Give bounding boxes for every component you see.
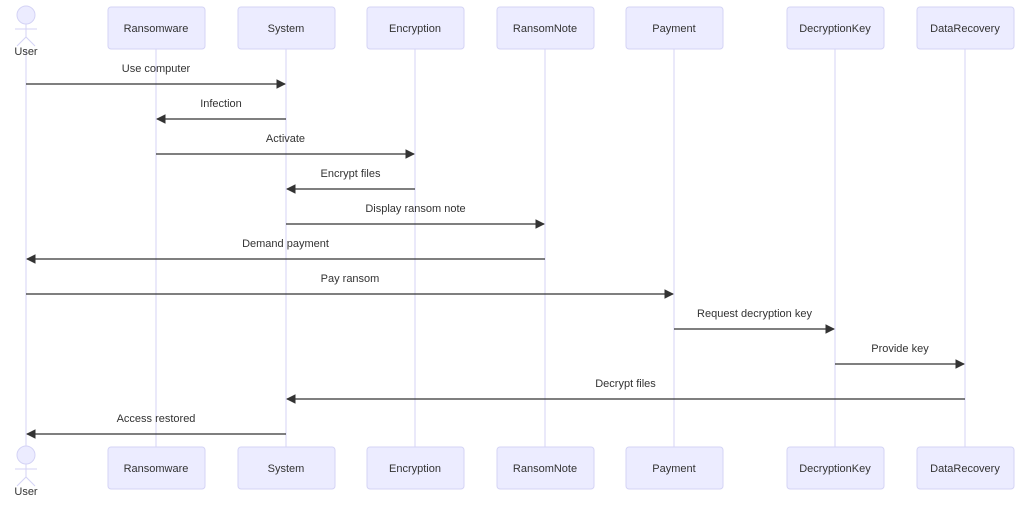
participant-label: System [268,23,305,35]
participant-datarecovery-bottom[interactable]: DataRecovery [916,446,1015,490]
actor-user-top[interactable]: User [14,5,38,58]
actor-head-icon [16,5,36,25]
message-label: Use computer [122,63,191,75]
message-3: Activate [156,133,415,159]
message-label: Infection [200,98,242,110]
sequence-diagram: User User Ransomware Ransomware System System… [14,5,1015,498]
participant-label: Payment [652,23,695,35]
message-label: Display ransom note [365,203,465,215]
participant-encryption-top[interactable]: Encryption [366,6,465,50]
message-7: Pay ransom [26,273,674,299]
message-label: Activate [266,133,305,145]
message-2: Infection [156,98,286,124]
participant-label: DecryptionKey [799,23,871,35]
participant-label: Ransomware [124,23,189,35]
actor-label: User [14,486,38,498]
message-label: Encrypt files [321,168,381,180]
participant-label: RansomNote [513,463,577,475]
participant-label: DataRecovery [930,463,1000,475]
participant-payment-top[interactable]: Payment [625,6,724,50]
participant-system-bottom[interactable]: System [237,446,336,490]
participant-ransomnote-bottom[interactable]: RansomNote [496,446,595,490]
participant-label: RansomNote [513,23,577,35]
message-label: Decrypt files [595,378,656,390]
message-8: Request decryption key [674,308,835,334]
actor-head-icon [16,445,36,465]
participant-system-top[interactable]: System [237,6,336,50]
message-4: Encrypt files [286,168,415,194]
participant-datarecovery-top[interactable]: DataRecovery [916,6,1015,50]
message-label: Request decryption key [697,308,812,320]
actor-user-bottom[interactable]: User [14,445,38,498]
participant-payment-bottom[interactable]: Payment [625,446,724,490]
participant-label: System [268,463,305,475]
actor-legs-icon [16,476,36,487]
participant-decryptionkey-bottom[interactable]: DecryptionKey [786,446,885,490]
message-label: Demand payment [242,238,329,250]
message-label: Provide key [871,343,929,355]
participant-label: DataRecovery [930,23,1000,35]
participant-label: Ransomware [124,463,189,475]
participant-decryptionkey-top[interactable]: DecryptionKey [786,6,885,50]
message-10: Decrypt files [286,378,965,404]
actor-legs-icon [16,36,36,47]
participant-encryption-bottom[interactable]: Encryption [366,446,465,490]
participant-label: Encryption [389,23,441,35]
message-9: Provide key [835,343,965,369]
participant-ransomware-bottom[interactable]: Ransomware [107,446,206,490]
participant-label: DecryptionKey [799,463,871,475]
participant-label: Payment [652,463,695,475]
message-label: Access restored [117,413,196,425]
participant-ransomnote-top[interactable]: RansomNote [496,6,595,50]
actor-label: User [14,46,38,58]
message-label: Pay ransom [321,273,380,285]
participant-label: Encryption [389,463,441,475]
participant-ransomware-top[interactable]: Ransomware [107,6,206,50]
